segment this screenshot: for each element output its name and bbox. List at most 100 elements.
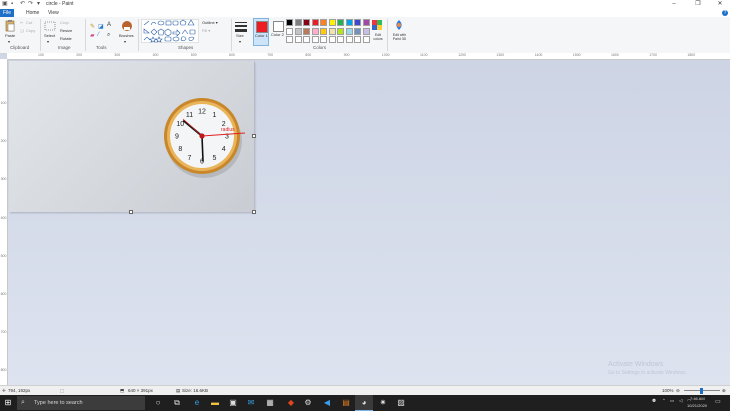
resize-button[interactable]: Resize	[60, 28, 72, 33]
palette-swatch[interactable]	[337, 27, 344, 35]
edge-icon[interactable]: e	[192, 398, 202, 408]
start-button[interactable]: ⊞	[3, 398, 13, 408]
palette-swatch[interactable]	[354, 27, 361, 35]
palette-swatch[interactable]	[294, 27, 302, 35]
edit-with-paint3d-button[interactable]: Edit with Paint 3D	[389, 33, 410, 41]
magnifier-icon[interactable]: ⌕	[107, 32, 110, 39]
select-icon[interactable]	[44, 20, 56, 32]
fill-icon[interactable]: ◪	[98, 23, 104, 30]
resize-handle-bottom[interactable]	[129, 210, 133, 214]
resize-handle-corner[interactable]	[252, 210, 256, 214]
palette-swatch[interactable]	[328, 19, 336, 26]
tab-view[interactable]: View	[44, 9, 63, 17]
palette-swatch[interactable]	[320, 36, 327, 43]
undo-icon[interactable]: ↶	[20, 1, 26, 7]
palette-swatch[interactable]	[311, 27, 319, 35]
palette-swatch[interactable]	[311, 36, 319, 43]
brave-icon[interactable]: ◆	[286, 398, 296, 408]
color1-button[interactable]: Color 1	[253, 18, 269, 46]
file-explorer-icon[interactable]: ▬	[210, 398, 220, 408]
shapes-gallery[interactable]	[141, 19, 199, 43]
mail-icon[interactable]: ✉	[246, 398, 256, 408]
palette-swatch[interactable]	[345, 36, 353, 43]
sublime-icon[interactable]: ▤	[341, 398, 351, 408]
palette-swatch[interactable]	[328, 36, 336, 43]
zoom-in-button[interactable]: ⊕	[722, 388, 726, 394]
customize-quick-access-icon[interactable]: ▾	[37, 1, 43, 7]
paint-taskbar-button[interactable]: ◕	[355, 395, 373, 411]
palette-swatch[interactable]	[294, 19, 302, 26]
help-icon[interactable]: ?	[722, 10, 728, 16]
copy-button[interactable]: Copy	[26, 28, 35, 33]
palette-swatch[interactable]	[362, 27, 370, 35]
palette-swatch[interactable]	[337, 19, 344, 26]
select-label[interactable]: Select	[44, 33, 55, 38]
redo-icon[interactable]: ↷	[28, 1, 34, 7]
palette-swatch[interactable]	[286, 36, 293, 43]
close-button[interactable]: ✕	[710, 0, 730, 9]
rotate-button[interactable]: Rotate	[60, 36, 72, 41]
palette-swatch[interactable]	[345, 19, 353, 26]
paste-icon[interactable]	[5, 20, 15, 32]
notifications-icon[interactable]: ▭	[715, 398, 721, 405]
image-canvas[interactable]: 12 1 2 3 4 5 6 7 8 9 10 11 radius	[9, 61, 256, 214]
palette-swatch[interactable]	[354, 19, 361, 26]
cut-button[interactable]: Cut	[26, 20, 32, 25]
task-view-icon[interactable]: ⧉	[172, 398, 182, 408]
size-label[interactable]: Size	[236, 33, 244, 38]
edit-colors-button[interactable]: Edit colors	[371, 33, 385, 41]
palette-swatch[interactable]	[294, 36, 302, 43]
zoom-out-button[interactable]: ⊖	[676, 388, 680, 394]
photos-icon[interactable]: ▨	[396, 398, 406, 408]
resize-handle-right[interactable]	[252, 134, 256, 138]
palette-swatch[interactable]	[345, 27, 353, 35]
clock-date[interactable]: 10/21/2020	[687, 403, 707, 408]
calculator-icon[interactable]: ▦	[265, 398, 275, 408]
palette-swatch[interactable]	[320, 19, 327, 26]
show-hidden-icons[interactable]: ⌃	[662, 398, 666, 404]
brushes-icon[interactable]	[121, 20, 133, 32]
color2-button[interactable]: Color 2	[271, 18, 285, 46]
palette-swatch[interactable]	[362, 36, 370, 43]
crop-button[interactable]: Crop	[60, 20, 69, 25]
palette-swatch[interactable]	[337, 36, 344, 43]
palette-swatch[interactable]	[328, 27, 336, 35]
size-icon[interactable]	[235, 20, 247, 32]
brushes-label[interactable]: Brushes	[119, 33, 134, 38]
tab-file[interactable]: File	[0, 9, 14, 17]
settings-icon[interactable]: ⚙	[303, 398, 313, 408]
zoom-slider-thumb[interactable]	[700, 388, 703, 394]
color-picker-icon[interactable]: ⁄	[98, 32, 99, 38]
paste-label[interactable]: Paste	[5, 33, 15, 38]
palette-swatch[interactable]	[286, 27, 293, 35]
palette-swatch[interactable]	[303, 27, 310, 35]
brushes-dropdown-icon[interactable]: ▾	[124, 39, 126, 44]
palette-swatch[interactable]	[311, 19, 319, 26]
palette-swatch[interactable]	[303, 19, 310, 26]
tab-home[interactable]: Home	[22, 9, 43, 17]
save-icon[interactable]: ▪	[11, 1, 17, 7]
palette-swatch[interactable]	[354, 36, 361, 43]
select-dropdown-icon[interactable]: ▾	[47, 39, 49, 44]
fill-dropdown[interactable]: Fill ▾	[202, 28, 210, 33]
snip-icon[interactable]: ✷	[378, 398, 388, 408]
pencil-icon[interactable]: ✎	[90, 23, 95, 30]
people-icon[interactable]: ⚉	[652, 398, 656, 404]
store-icon[interactable]: ▣	[228, 398, 238, 408]
volume-icon[interactable]: ◁	[679, 398, 682, 404]
paint3d-icon[interactable]	[394, 20, 404, 30]
text-icon[interactable]: A	[107, 22, 111, 28]
minimize-button[interactable]: –	[664, 0, 684, 9]
edit-colors-icon[interactable]	[372, 20, 382, 30]
eraser-icon[interactable]: ▰	[90, 32, 95, 39]
cortana-icon[interactable]: ○	[153, 398, 163, 408]
maximize-button[interactable]: ❐	[688, 0, 708, 9]
vscode-icon[interactable]: ◀	[322, 398, 332, 408]
palette-swatch[interactable]	[362, 19, 370, 26]
palette-swatch[interactable]	[303, 36, 310, 43]
outline-dropdown[interactable]: Outline ▾	[202, 20, 218, 25]
palette-swatch[interactable]	[286, 19, 293, 26]
clock-time[interactable]: 7:46 AM	[690, 396, 705, 401]
palette-swatch[interactable]	[320, 27, 327, 35]
battery-icon[interactable]: ▭	[670, 398, 674, 404]
